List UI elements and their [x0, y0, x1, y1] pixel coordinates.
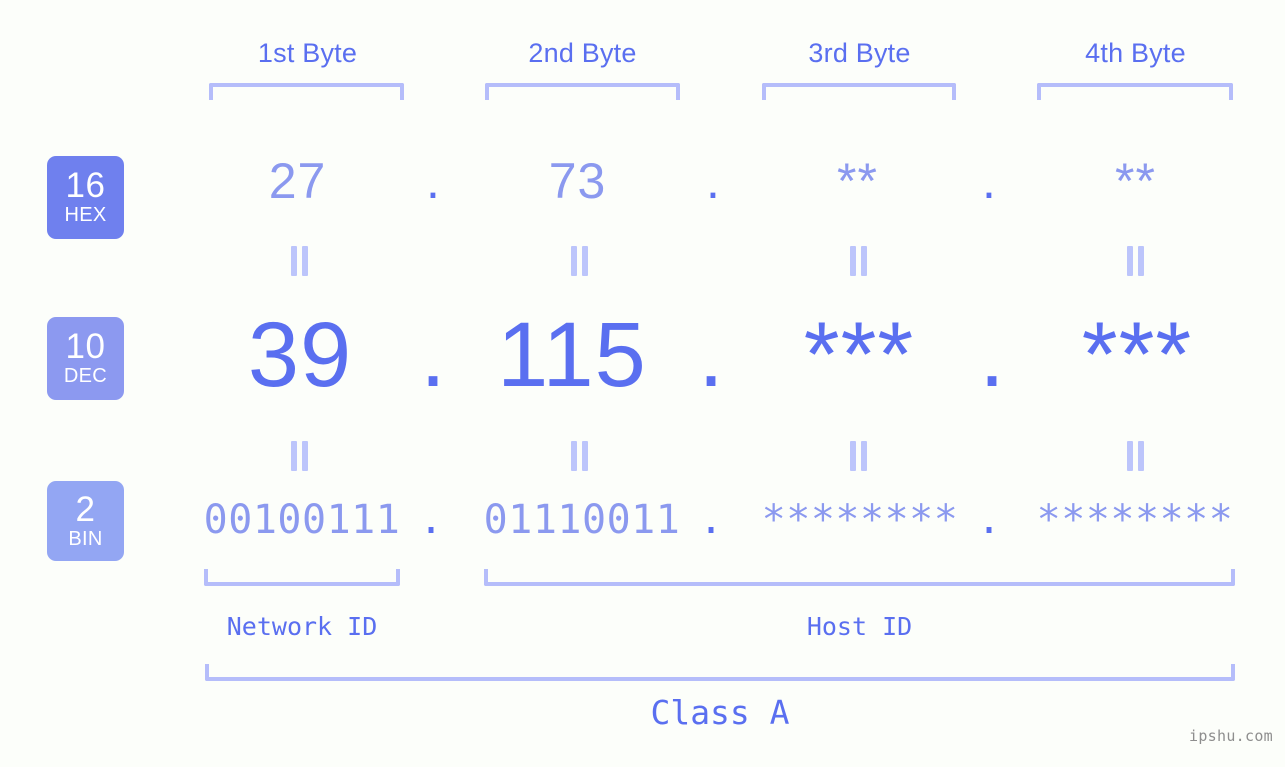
- hex-byte-3: **: [837, 153, 878, 209]
- bin-byte-2: 01110011: [483, 497, 681, 543]
- bin-byte-1: 00100111: [203, 497, 401, 543]
- dec-byte-3: ***: [803, 304, 915, 406]
- base-badge-hex: 16 HEX: [47, 156, 124, 239]
- bin-separator-1: .: [418, 497, 444, 543]
- base-badge-bin-name: BIN: [68, 527, 103, 550]
- equals-mark-hex-dec-2: [569, 246, 591, 276]
- dec-byte-4: ***: [1081, 304, 1193, 406]
- equals-mark-dec-bin-3: [848, 441, 870, 471]
- class-label: Class A: [650, 693, 790, 732]
- hex-byte-1: 27: [268, 153, 327, 209]
- equals-mark-dec-bin-1: [289, 441, 311, 471]
- ip-breakdown-diagram: 1st Byte 2nd Byte 3rd Byte 4th Byte 16 H…: [0, 0, 1285, 767]
- hex-separator-3: .: [982, 153, 996, 209]
- network-id-label: Network ID: [226, 612, 378, 641]
- byte-bracket-1: [209, 83, 404, 100]
- byte-header-3: 3rd Byte: [808, 38, 911, 68]
- equals-mark-hex-dec-1: [289, 246, 311, 276]
- equals-mark-hex-dec-4: [1125, 246, 1147, 276]
- dec-byte-2: 115: [497, 304, 647, 406]
- bin-byte-3: ********: [761, 497, 959, 543]
- dec-separator-2: .: [698, 304, 724, 406]
- byte-bracket-3: [762, 83, 956, 100]
- class-bracket: [205, 664, 1235, 681]
- base-badge-hex-number: 16: [65, 166, 106, 205]
- base-badge-dec: 10 DEC: [47, 317, 124, 400]
- base-badge-dec-number: 10: [65, 327, 106, 366]
- byte-header-4: 4th Byte: [1085, 38, 1186, 68]
- dec-separator-3: .: [979, 304, 1005, 406]
- byte-bracket-4: [1037, 83, 1233, 100]
- dec-separator-1: .: [420, 304, 446, 406]
- equals-mark-dec-bin-4: [1125, 441, 1147, 471]
- base-badge-bin-number: 2: [75, 489, 96, 529]
- bin-separator-3: .: [976, 497, 1002, 543]
- hex-separator-1: .: [426, 153, 440, 209]
- bin-separator-2: .: [698, 497, 724, 543]
- hex-byte-4: **: [1115, 153, 1156, 209]
- network-id-bracket: [204, 569, 400, 586]
- byte-header-1: 1st Byte: [257, 38, 358, 68]
- byte-bracket-2: [485, 83, 680, 100]
- base-badge-hex-name: HEX: [64, 204, 107, 226]
- host-id-bracket: [484, 569, 1235, 586]
- bin-byte-4: ********: [1036, 497, 1234, 543]
- host-id-label: Host ID: [806, 612, 913, 641]
- watermark: ipshu.com: [1189, 727, 1273, 745]
- base-badge-bin: 2 BIN: [47, 481, 124, 561]
- hex-byte-2: 73: [548, 153, 607, 209]
- byte-header-2: 2nd Byte: [528, 38, 637, 68]
- dec-byte-1: 39: [247, 304, 353, 406]
- equals-mark-hex-dec-3: [848, 246, 870, 276]
- equals-mark-dec-bin-2: [569, 441, 591, 471]
- hex-separator-2: .: [706, 153, 720, 209]
- base-badge-dec-name: DEC: [63, 365, 108, 387]
